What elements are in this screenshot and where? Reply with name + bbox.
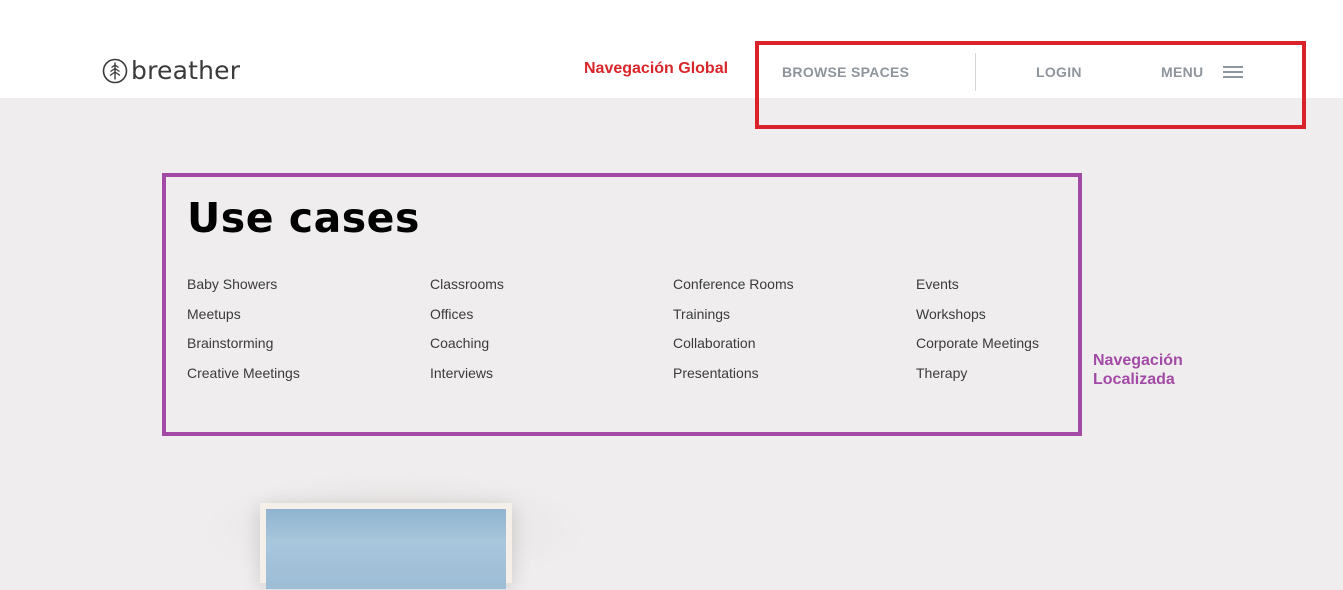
breather-logo[interactable]: breather	[102, 56, 240, 86]
logo-text: breather	[131, 56, 241, 85]
hero-photo	[266, 509, 506, 589]
use-case-link[interactable]: Brainstorming	[187, 335, 273, 351]
use-case-link[interactable]: Presentations	[673, 365, 759, 381]
page-title: Use cases	[187, 194, 420, 242]
annotation-localized-navigation: Navegación Localizada	[1093, 351, 1183, 389]
use-case-link[interactable]: Events	[916, 276, 959, 292]
annotation-box-global-nav	[755, 41, 1306, 129]
use-case-link[interactable]: Meetups	[187, 306, 241, 322]
use-case-link[interactable]: Workshops	[916, 306, 986, 322]
use-case-link[interactable]: Baby Showers	[187, 276, 277, 292]
annotation-local-line2: Localizada	[1093, 371, 1175, 388]
annotation-local-line1: Navegación	[1093, 352, 1183, 369]
breather-leaf-icon	[102, 58, 128, 84]
use-case-link[interactable]: Trainings	[673, 306, 730, 322]
use-case-link[interactable]: Therapy	[916, 365, 967, 381]
use-case-link[interactable]: Collaboration	[673, 335, 756, 351]
use-case-link[interactable]: Creative Meetings	[187, 365, 300, 381]
use-case-link[interactable]: Corporate Meetings	[916, 335, 1039, 351]
use-case-link[interactable]: Coaching	[430, 335, 489, 351]
use-case-link[interactable]: Interviews	[430, 365, 493, 381]
hero-photo-frame	[260, 503, 512, 589]
use-case-link[interactable]: Conference Rooms	[673, 276, 794, 292]
use-case-link[interactable]: Classrooms	[430, 276, 504, 292]
annotation-global-navigation: Navegación Global	[584, 60, 729, 77]
use-case-link[interactable]: Offices	[430, 306, 473, 322]
